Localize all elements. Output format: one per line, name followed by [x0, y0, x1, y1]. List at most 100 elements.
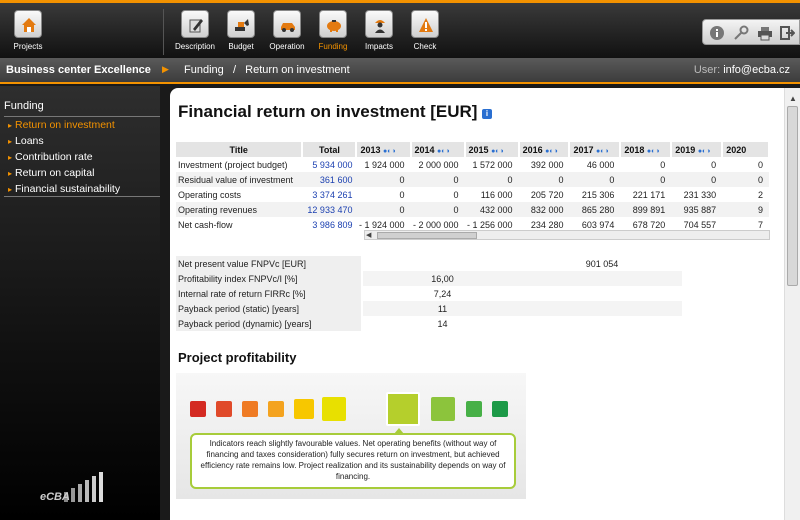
sidebar: Funding ▸ Return on investment ▸ Loans ▸ Co… [0, 86, 160, 520]
car-icon [273, 10, 301, 38]
row-value: 865 280 [569, 202, 621, 217]
scale-square [190, 401, 206, 417]
table-row: Operating revenues 12 933 470 0 0 432 000 832… [176, 202, 769, 217]
row-total[interactable]: 5 934 000 [302, 157, 356, 172]
toolbar-separator [163, 9, 164, 55]
scrollbar-thumb[interactable] [787, 106, 798, 286]
sidebar-item-financial-sustainability[interactable]: ▸ Financial sustainability [4, 181, 160, 197]
table-header-row: Title Total 2013 ●◐◑ 2014 ●◐◑ 2015 ●◐◑ 2… [176, 142, 770, 157]
row-value: 205 720 [530, 189, 564, 200]
info-circle-icon[interactable] [709, 25, 725, 41]
profitability-description: Indicators reach slightly favourable val… [190, 433, 516, 489]
row-value: 899 891 [620, 202, 672, 217]
indicator-value: 7,24 [433, 288, 452, 299]
indicator-row: Net present value FNPVc [EUR] 901 054 [176, 256, 682, 271]
sidebar-heading: Funding [4, 100, 44, 112]
sidebar-item-label: Contribution rate [15, 151, 93, 163]
excavator-icon [227, 10, 255, 38]
breadcrumb-page: Return on investment [245, 64, 350, 76]
indicator-label: Internal rate of return FIRRc [%] [176, 286, 363, 301]
year-controls-icon: ●◐◑ [697, 147, 711, 155]
row-value: 0 [356, 202, 411, 217]
column-header-year[interactable]: 2015 ●◐◑ [464, 142, 520, 157]
bullet-arrow-icon: ▸ [8, 137, 13, 146]
row-value: 9 [722, 202, 769, 217]
row-total[interactable]: 3 986 809 [302, 217, 356, 232]
top-toolbar: Projects Description Budget Operation Fu… [0, 0, 800, 58]
breadcrumb: Funding / Return on investment [184, 64, 350, 76]
user-info: User: info@ecba.cz [694, 64, 790, 76]
projects-button[interactable]: Projects [0, 10, 56, 51]
column-header-year[interactable]: 2020 [722, 142, 770, 157]
tab-funding-label: Funding [318, 42, 348, 51]
tab-operation-label: Operation [269, 42, 305, 51]
bullet-arrow-icon: ▸ [8, 153, 13, 162]
row-value: 0 [410, 202, 465, 217]
logout-icon[interactable] [779, 25, 795, 41]
row-value: 432 000 [464, 202, 519, 217]
sidebar-item-label: Return on investment [15, 119, 115, 131]
row-title: Residual value of investment [176, 172, 303, 187]
key-icon[interactable] [733, 25, 749, 41]
printer-icon[interactable] [757, 25, 773, 41]
sidebar-item-label: Loans [15, 135, 44, 147]
row-total[interactable]: 12 933 470 [302, 202, 357, 217]
breadcrumb-section[interactable]: Funding [184, 64, 224, 76]
column-header-year[interactable]: 2017 ●◐◑ [569, 142, 622, 157]
indicator-value: 14 [437, 318, 448, 329]
horizontal-scrollbar[interactable]: ◀ [364, 230, 770, 240]
year-controls-icon: ●◐◑ [491, 147, 504, 155]
row-value: 0 [711, 159, 717, 170]
row-value: 221 171 [632, 189, 666, 200]
scale-square [268, 401, 284, 417]
row-value: 0 [620, 172, 672, 187]
indicator-value: 16,00 [362, 271, 522, 286]
worker-icon [365, 10, 393, 38]
sidebar-item-return-on-capital[interactable]: ▸ Return on capital [4, 165, 160, 181]
warning-icon [411, 10, 439, 38]
row-value: 392 000 [530, 159, 564, 170]
row-value: 832 000 [518, 202, 570, 217]
breadcrumb-bar: Business center Excellence ▶ Funding / R… [0, 58, 800, 84]
row-total[interactable]: 3 374 261 [302, 187, 356, 202]
utility-bar [702, 19, 800, 45]
financial-table-viewport: Title Total 2013 ●◐◑ 2014 ●◐◑ 2015 ●◐◑ 2… [170, 88, 770, 238]
row-value: 2 000 000 [418, 159, 459, 170]
sidebar-item-loans[interactable]: ▸ Loans [4, 133, 160, 149]
vertical-scrollbar[interactable]: ▲ [784, 88, 800, 520]
main-panel: Financial return on investment [EUR] i T… [170, 88, 800, 520]
company-name: Business center Excellence [6, 64, 151, 76]
scroll-left-icon[interactable]: ◀ [366, 231, 371, 239]
scale-square [294, 399, 314, 419]
column-header-year[interactable]: 2016 ●◐◑ [518, 142, 571, 157]
indicator-value: 11 [362, 301, 522, 316]
indicator-label: Profitability index FNPVc/I [%] [176, 271, 363, 286]
scroll-up-icon[interactable]: ▲ [789, 94, 797, 103]
column-header-year[interactable]: 2014 ●◐◑ [410, 142, 466, 157]
column-header-year[interactable]: 2013 ●◐◑ [356, 142, 412, 157]
year-controls-icon: ●◐◑ [437, 147, 450, 155]
row-value: 1 924 000 [364, 159, 405, 170]
sidebar-item-contribution-rate[interactable]: ▸ Contribution rate [4, 149, 160, 165]
column-header-year[interactable]: 2018 ●◐◑ [620, 142, 673, 157]
indicator-value-right [522, 271, 682, 286]
row-value: 0 [569, 172, 621, 187]
column-header-year[interactable]: 2019 ●◐◑ [671, 142, 724, 157]
row-value: 935 887 [671, 202, 723, 217]
sidebar-item-label: Financial sustainability [15, 183, 121, 195]
indicator-value [362, 256, 522, 271]
scrollbar-thumb[interactable] [377, 232, 477, 239]
indicator-label: Payback period (dynamic) [years] [176, 316, 363, 331]
tab-check[interactable]: Check [397, 10, 453, 51]
table-row: Investment (project budget) 5 934 000 1 92… [176, 157, 769, 172]
row-total[interactable]: 361 600 [302, 172, 357, 187]
row-value: 0 [356, 172, 411, 187]
scale-square-selected [386, 392, 420, 426]
user-email[interactable]: info@ecba.cz [723, 64, 790, 76]
sidebar-list: ▸ Return on investment ▸ Loans ▸ Contributi… [4, 116, 160, 197]
row-title: Operating revenues [176, 202, 303, 217]
sidebar-item-return-on-investment[interactable]: ▸ Return on investment [4, 117, 160, 133]
row-value: 0 [671, 172, 723, 187]
row-value: 0 [722, 172, 769, 187]
row-value: 46 000 [586, 159, 615, 170]
